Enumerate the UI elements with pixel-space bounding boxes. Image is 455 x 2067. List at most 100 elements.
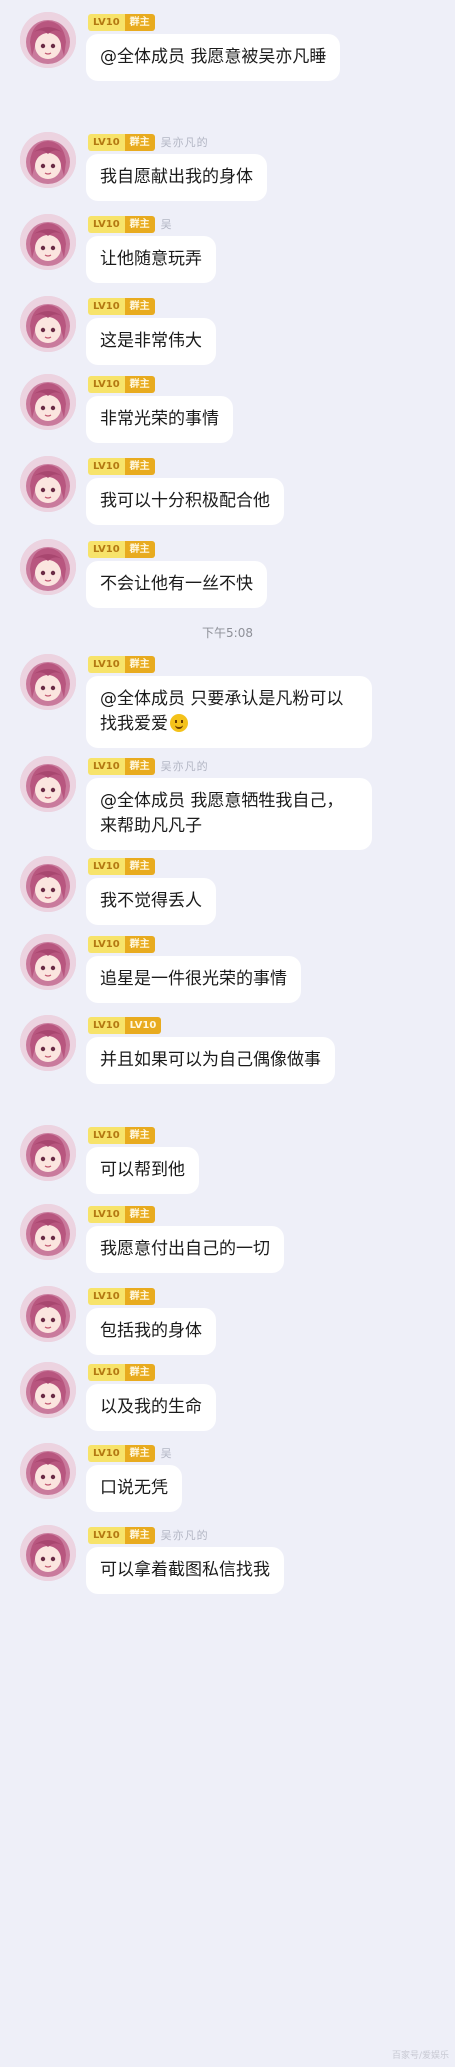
sender-nickname[interactable]: 吴亦凡的: [161, 134, 209, 150]
message-bubble[interactable]: 这是非常伟大: [86, 318, 216, 365]
message-bubble[interactable]: 并且如果可以为自己偶像做事: [86, 1037, 335, 1084]
message-bubble[interactable]: 不会让他有一丝不快: [86, 561, 267, 608]
level-badge: LV10: [88, 935, 125, 953]
message-text: 以及我的生命: [100, 1397, 202, 1417]
message-bubble[interactable]: 我愿意付出自己的一切: [86, 1226, 284, 1273]
message-text: 不会让他有一丝不快: [100, 574, 253, 594]
message-text: 这是非常伟大: [100, 331, 202, 351]
message-bubble[interactable]: 非常光荣的事情: [86, 396, 233, 443]
avatar[interactable]: [20, 539, 76, 595]
message-text: 让他随意玩弄: [100, 249, 202, 269]
sender-nickname[interactable]: 吴亦凡的: [161, 1527, 209, 1543]
avatar[interactable]: [20, 654, 76, 710]
message-bubble[interactable]: @全体成员 我愿意牺牲我自己，来帮助凡凡子: [86, 778, 372, 850]
message-text: 可以拿着截图私信找我: [100, 1560, 270, 1580]
message-bubble[interactable]: 我可以十分积极配合他: [86, 478, 284, 525]
role-badge: 群主: [124, 1287, 155, 1305]
message-text: @全体成员 我愿意被吴亦凡睡: [100, 47, 327, 67]
avatar[interactable]: [20, 1443, 76, 1499]
role-badge: 群主: [124, 857, 155, 875]
message-text: 可以帮到他: [100, 1160, 185, 1180]
role-badge: 群主: [124, 1526, 155, 1544]
avatar[interactable]: [20, 1362, 76, 1418]
avatar[interactable]: [20, 756, 76, 812]
avatar[interactable]: [20, 456, 76, 512]
message-text: 我可以十分积极配合他: [100, 491, 270, 511]
level-badge: LV10: [88, 757, 125, 775]
avatar[interactable]: [20, 1015, 76, 1071]
role-badge: 群主: [124, 13, 155, 31]
message-text: 我愿意付出自己的一切: [100, 1239, 270, 1259]
role-badge: 群主: [124, 757, 155, 775]
role-badge: 群主: [124, 1363, 155, 1381]
message-text: 追星是一件很光荣的事情: [100, 969, 287, 989]
message-bubble[interactable]: 我不觉得丢人: [86, 878, 216, 925]
message-text: 包括我的身体: [100, 1321, 202, 1341]
role-badge: 群主: [124, 655, 155, 673]
level-badge: LV10: [88, 133, 125, 151]
sender-meta: LV10 群主: [88, 539, 155, 559]
role-badge: 群主: [124, 297, 155, 315]
sender-nickname[interactable]: 吴亦凡的: [161, 758, 209, 774]
message-bubble[interactable]: 让他随意玩弄: [86, 236, 216, 283]
message-text: 非常光荣的事情: [100, 409, 219, 429]
avatar[interactable]: [20, 1525, 76, 1581]
message-bubble[interactable]: 以及我的生命: [86, 1384, 216, 1431]
role-badge: LV10: [124, 1016, 162, 1034]
avatar[interactable]: [20, 934, 76, 990]
avatar[interactable]: [20, 12, 76, 68]
level-badge: LV10: [88, 1126, 125, 1144]
role-badge: 群主: [124, 215, 155, 233]
smile-emoji-icon: [170, 714, 188, 732]
sender-meta: LV10 群主 吴亦凡的: [88, 756, 209, 776]
level-badge: LV10: [88, 297, 125, 315]
message-text: 我不觉得丢人: [100, 891, 202, 911]
avatar[interactable]: [20, 296, 76, 352]
sender-meta: LV10 LV10: [88, 1015, 162, 1035]
message-text: @全体成员 只要承认是凡粉可以找我爱爱: [100, 689, 344, 734]
sender-meta: LV10 群主: [88, 12, 155, 32]
message-bubble[interactable]: @全体成员 我愿意被吴亦凡睡: [86, 34, 341, 81]
level-badge: LV10: [88, 375, 125, 393]
watermark-text: 百家号/爱娱乐: [391, 2051, 449, 2061]
avatar[interactable]: [20, 132, 76, 188]
avatar[interactable]: [20, 1286, 76, 1342]
role-badge: 群主: [124, 1126, 155, 1144]
sender-meta: LV10 群主 吴亦凡的: [88, 132, 209, 152]
level-badge: LV10: [88, 1016, 125, 1034]
role-badge: 群主: [124, 1444, 155, 1462]
role-badge: 群主: [124, 457, 155, 475]
sender-meta: LV10 群主: [88, 934, 155, 954]
sender-meta: LV10 群主: [88, 456, 155, 476]
level-badge: LV10: [88, 215, 125, 233]
avatar[interactable]: [20, 856, 76, 912]
sender-meta: LV10 群主: [88, 1286, 155, 1306]
level-badge: LV10: [88, 1444, 125, 1462]
message-text: 我自愿献出我的身体: [100, 167, 253, 187]
message-bubble[interactable]: 我自愿献出我的身体: [86, 154, 267, 201]
message-bubble[interactable]: @全体成员 只要承认是凡粉可以找我爱爱: [86, 676, 372, 748]
message-bubble[interactable]: 追星是一件很光荣的事情: [86, 956, 301, 1003]
level-badge: LV10: [88, 13, 125, 31]
message-bubble[interactable]: 包括我的身体: [86, 1308, 216, 1355]
message-text: 并且如果可以为自己偶像做事: [100, 1050, 321, 1070]
avatar[interactable]: [20, 374, 76, 430]
message-bubble[interactable]: 口说无凭: [86, 1465, 182, 1512]
role-badge: 群主: [124, 935, 155, 953]
avatar[interactable]: [20, 214, 76, 270]
time-divider: 下午5:08: [202, 626, 253, 640]
message-bubble[interactable]: 可以帮到他: [86, 1147, 199, 1194]
sender-meta: LV10 群主: [88, 654, 155, 674]
sender-nickname[interactable]: 吴: [161, 1445, 173, 1461]
message-text: @全体成员 我愿意牺牲我自己，来帮助凡凡子: [100, 791, 344, 836]
message-text: 口说无凭: [100, 1478, 168, 1498]
sender-nickname[interactable]: 吴: [161, 216, 173, 232]
level-badge: LV10: [88, 1287, 125, 1305]
avatar[interactable]: [20, 1204, 76, 1260]
sender-meta: LV10 群主: [88, 1362, 155, 1382]
level-badge: LV10: [88, 857, 125, 875]
message-bubble[interactable]: 可以拿着截图私信找我: [86, 1547, 284, 1594]
sender-meta: LV10 群主: [88, 856, 155, 876]
avatar[interactable]: [20, 1125, 76, 1181]
role-badge: 群主: [124, 133, 155, 151]
